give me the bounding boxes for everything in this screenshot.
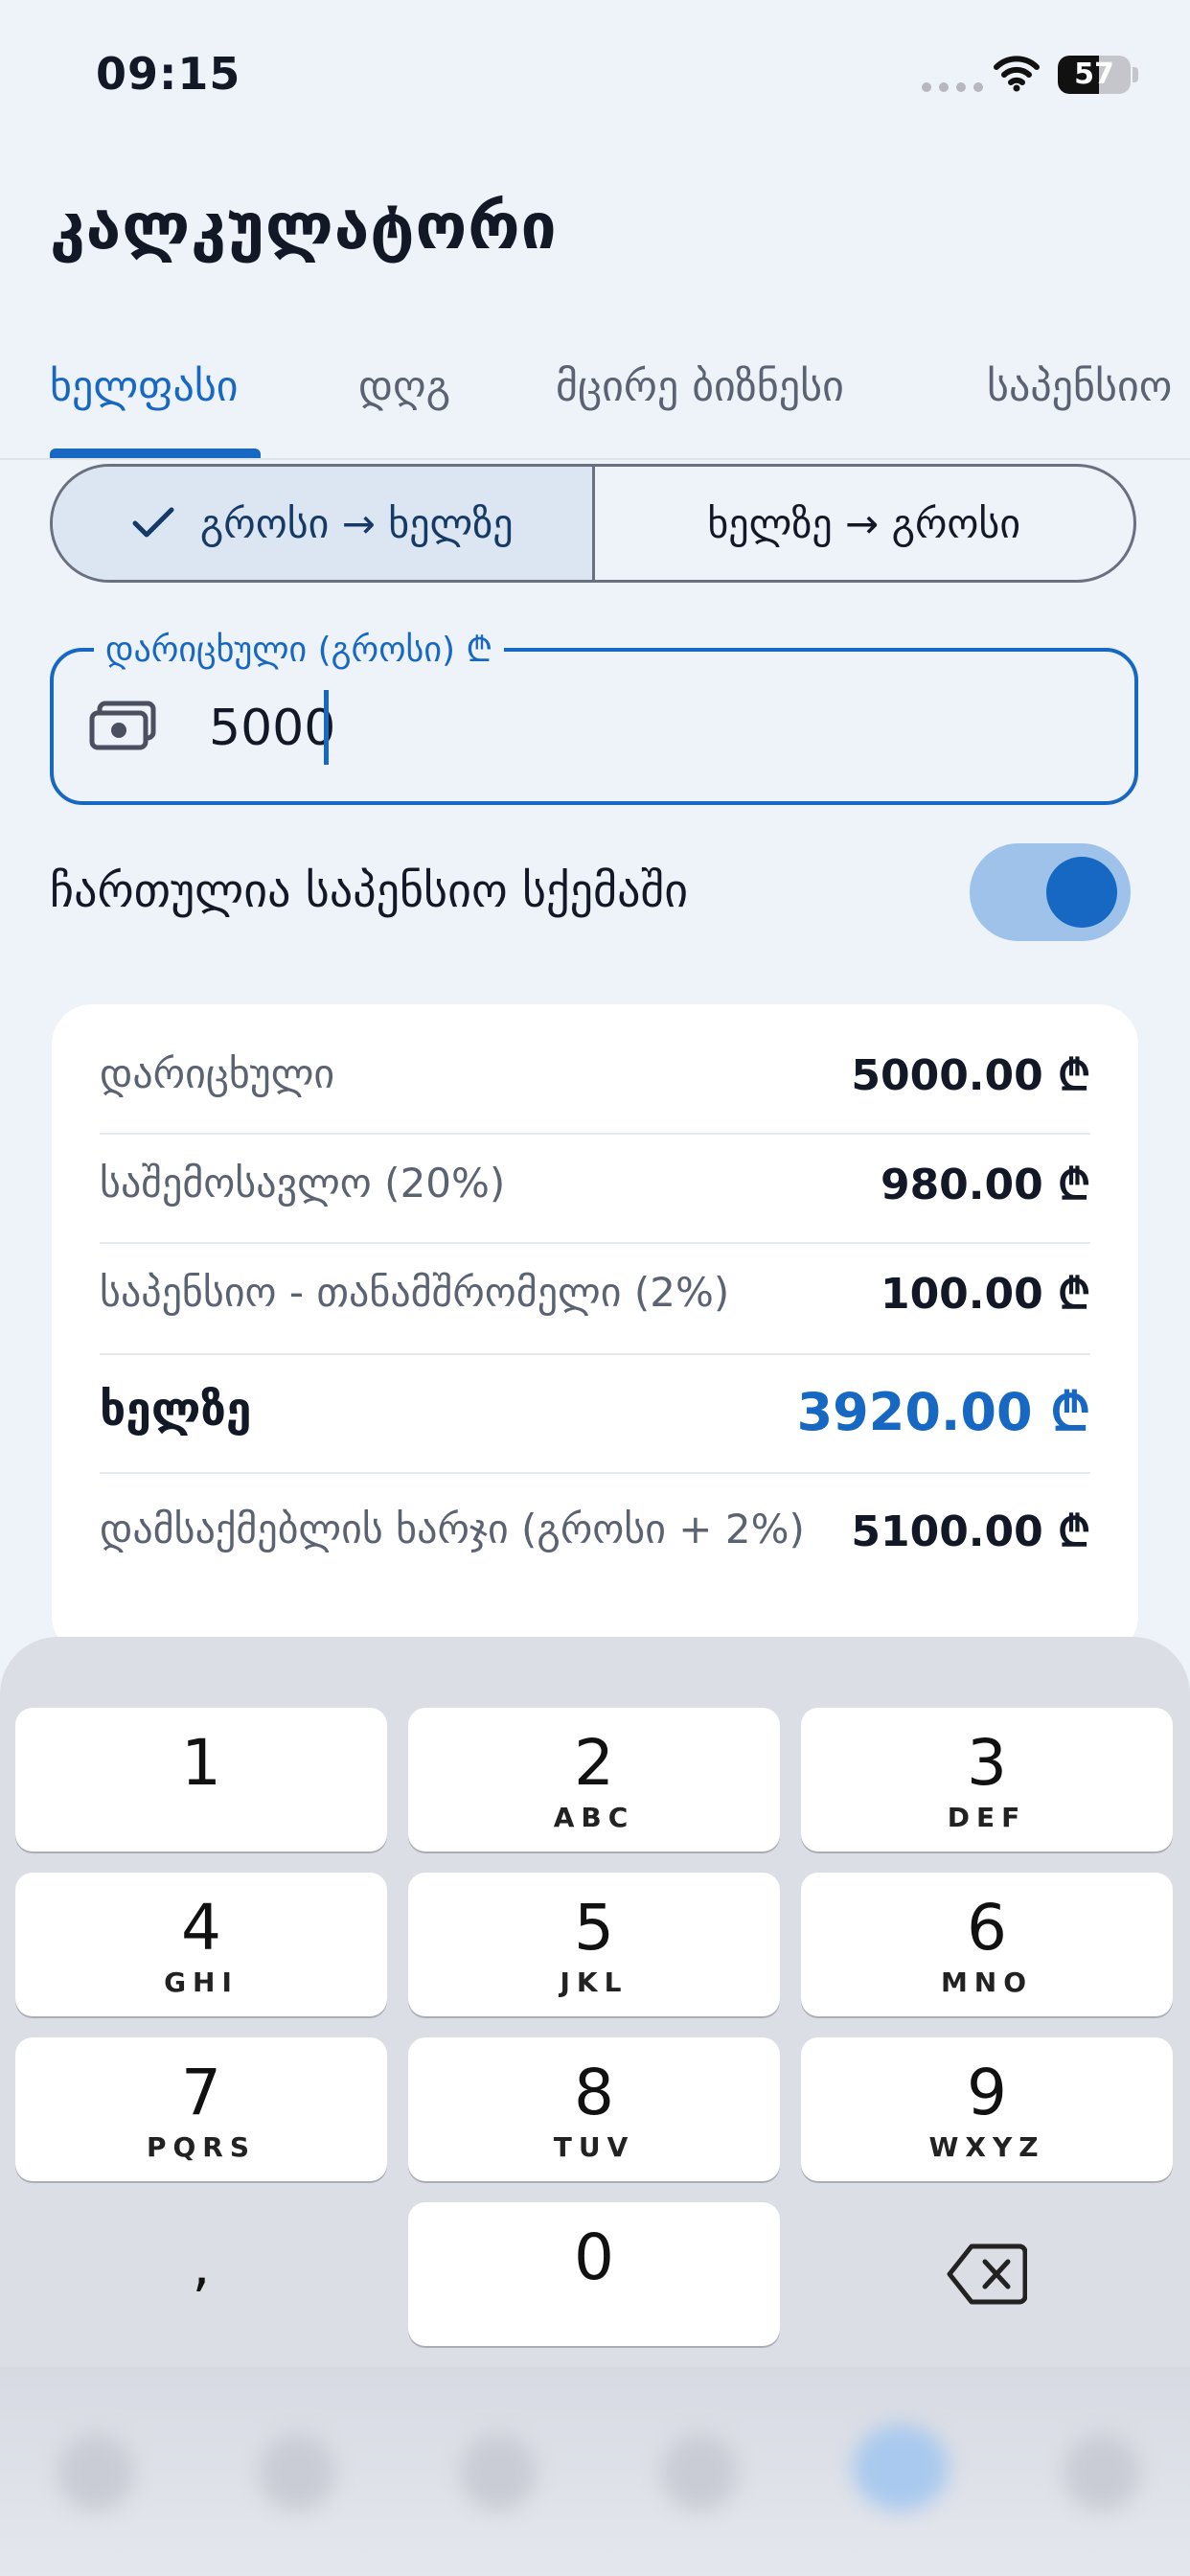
nav-icon [460,2434,537,2511]
row-divider [100,1242,1090,1244]
key-8[interactable]: 8 TUV [408,2037,780,2181]
nav-icon [259,2434,335,2511]
wifi-icon [993,54,1041,96]
key-6[interactable]: 6 MNO [801,1873,1173,2016]
backspace-key[interactable] [801,2202,1173,2346]
gross-to-net-label: გროსი → ხელზე [199,499,514,547]
key-0[interactable]: 0 [408,2202,780,2346]
net-total-label: ხელზე [100,1383,252,1437]
summary-label: საპენსიო - თანამშრომელი (2%) [100,1268,730,1316]
tab-salary[interactable]: ხელფასი [50,362,239,411]
status-time: 09:15 [96,48,241,100]
nav-icon-active [853,2425,949,2511]
key-9[interactable]: 9 WXYZ [801,2037,1173,2181]
row-divider [100,1133,1090,1135]
summary-row: საშემოსავლო (20%) 980.00 ₾ [100,1154,1090,1211]
key-2[interactable]: 2 ABC [408,1708,780,1852]
key-3[interactable]: 3 DEF [801,1708,1173,1852]
row-divider [100,1353,1090,1355]
nav-icon [1064,2434,1140,2511]
net-total-row: ხელზე 3920.00 ₾ [100,1374,1090,1445]
summary-row: დარიცხული 5000.00 ₾ [100,1045,1090,1102]
key-decimal-comma[interactable]: , [15,2202,387,2346]
battery-level: 57 [1074,58,1114,91]
blurred-bottom-nav [0,2367,1190,2576]
net-to-gross-option[interactable]: ხელზე → გროსი [595,467,1134,580]
summary-value: 5000.00 ₾ [851,1051,1090,1100]
key-1[interactable]: 1 [15,1708,387,1852]
active-tab-indicator [50,448,261,458]
cellular-signal-icon [922,82,983,92]
text-caret [324,690,329,765]
gross-amount-value: 5000 [209,700,336,757]
tab-bar: ხელფასი დღგ მცირე ბიზნესი საპენსიო [0,345,1190,460]
backspace-icon [947,2242,1028,2310]
battery-tip [1133,67,1138,82]
key-7[interactable]: 7 PQRS [15,2037,387,2181]
nav-icon [661,2434,738,2511]
tab-vat[interactable]: დღგ [358,362,450,411]
pension-scheme-toggle[interactable] [970,843,1131,941]
key-4[interactable]: 4 GHI [15,1873,387,2016]
summary-row: დამსაქმებლის ხარჯი (გროსი + 2%) 5100.00 … [100,1501,1090,1558]
summary-value: 100.00 ₾ [880,1270,1090,1319]
toggle-knob [1046,857,1117,928]
checkmark-icon [131,506,175,540]
key-5[interactable]: 5 JKL [408,1873,780,2016]
tab-pension[interactable]: საპენსიო [987,362,1172,411]
row-divider [100,1472,1090,1474]
summary-row: საპენსიო - თანამშრომელი (2%) 100.00 ₾ [100,1263,1090,1321]
battery-icon: 57 [1058,56,1131,94]
net-to-gross-label: ხელზე → გროსი [707,499,1021,547]
net-total-value: 3920.00 ₾ [796,1382,1090,1442]
page-title: კალკულატორი [50,190,558,264]
summary-label: დარიცხული [100,1049,335,1097]
gross-amount-label: დარიცხული (გროსი) ₾ [94,625,505,672]
gross-to-net-option[interactable]: გროსი → ხელზე [53,467,595,580]
summary-label: დამსაქმებლის ხარჯი (გროსი + 2%) [100,1506,805,1552]
summary-value: 980.00 ₾ [880,1161,1090,1209]
pension-scheme-label: ჩართულია საპენსიო სქემაში [50,864,689,918]
summary-value: 5100.00 ₾ [851,1507,1090,1556]
mode-segmented-control: გროსი → ხელზე ხელზე → გროსი [50,464,1136,583]
cash-icon [88,700,159,761]
summary-label: საშემოსავლო (20%) [100,1159,506,1207]
tab-small-business[interactable]: მცირე ბიზნესი [556,362,844,411]
salary-summary-card: დარიცხული 5000.00 ₾ საშემოსავლო (20%) 98… [52,1004,1138,1656]
nav-icon [57,2434,134,2511]
